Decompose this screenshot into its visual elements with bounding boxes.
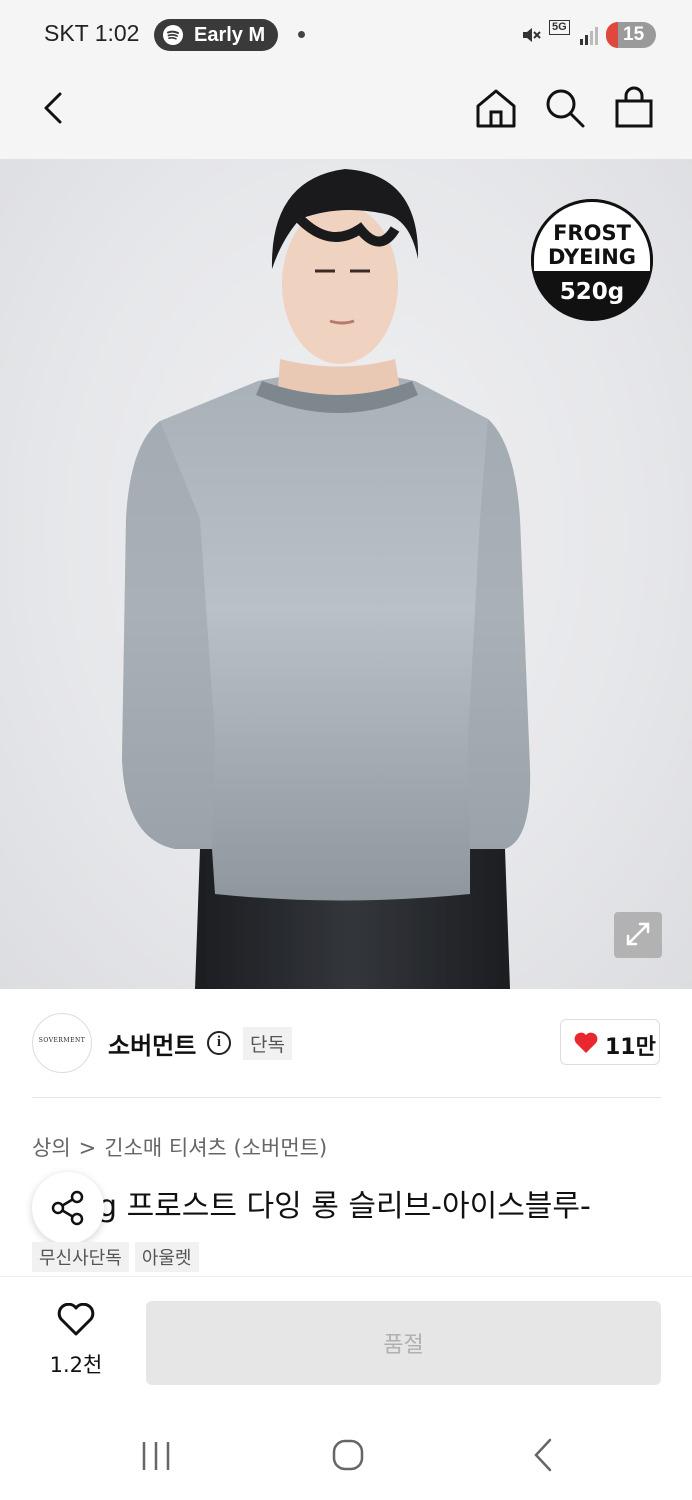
badge-weight: 520g [559,279,625,305]
back-nav-icon [534,1438,552,1472]
home-icon [476,89,516,128]
back-button[interactable] [32,86,76,130]
sold-out-button[interactable]: 품절 [146,1301,661,1385]
tag-outlet: 아울렛 [134,1242,199,1272]
brand-logo-text: SOVERMENT [38,1037,86,1044]
info-glyph: i [216,1034,222,1050]
product-tags: 무신사단독 아울렛 [32,1242,205,1272]
wishlist-button[interactable]: 1.2천 [44,1303,108,1377]
brand-name[interactable]: 소버먼트 [108,1026,196,1061]
back-nav-button[interactable] [512,1430,572,1480]
frost-dyeing-badge: FROST DYEING 520g [531,199,653,321]
product-title: g 프로스트 다잉 롱 슬리브-아이스블루- [98,1189,591,1224]
breadcrumb-separator: > [78,1136,97,1160]
signal-icon [580,27,598,45]
expand-icon [626,922,650,946]
share-icon [51,1190,84,1226]
home-button[interactable] [474,86,518,130]
badge-line2: DYEING [547,245,637,269]
breadcrumb: 상의 > 긴소매 티셔츠 (소버먼트) [32,1132,327,1162]
brand-row: SOVERMENT 소버먼트 i 단독 11만 [0,989,692,1099]
divider [32,1097,661,1098]
breadcrumb-subcategory[interactable]: 긴소매 티셔츠 (소버먼트) [104,1136,327,1160]
heart-outline-icon [57,1303,95,1336]
search-button[interactable] [543,86,587,130]
battery-level: 15 [623,24,645,45]
network-type: 5G [549,20,570,35]
exclusive-tag: 단독 [243,1027,292,1060]
expand-image-button[interactable] [614,912,662,958]
top-app-bar [0,70,692,159]
status-bar: SKT 1:02 Early M 5G 15 [0,0,692,70]
cart-button[interactable] [612,86,656,130]
home-nav-button[interactable] [318,1430,378,1480]
media-pill[interactable]: Early M [154,19,278,51]
mute-icon [523,28,541,42]
back-arrow-icon [44,92,62,124]
search-icon [546,89,585,128]
battery-indicator: 15 [606,22,656,48]
home-circle-icon [332,1439,364,1471]
breadcrumb-category[interactable]: 상의 [32,1136,71,1160]
shopping-bag-icon [615,86,653,128]
carrier-time: SKT 1:02 [44,20,140,46]
heart-icon [574,1032,598,1053]
spotify-icon [163,25,183,45]
media-pill-label: Early M [194,24,266,46]
brand-like-count: 11만 [605,1035,656,1060]
recent-apps-icon [142,1442,170,1470]
brand-logo[interactable]: SOVERMENT [32,1013,92,1073]
product-image[interactable]: FROST DYEING 520g [0,159,692,989]
badge-line1: FROST [553,221,631,245]
info-icon[interactable]: i [207,1031,231,1055]
system-nav-bar [0,1400,692,1500]
tag-musinsa-exclusive: 무신사단독 [32,1242,129,1272]
bottom-action-bar: 1.2천 품절 [0,1276,692,1401]
share-button[interactable] [32,1172,104,1244]
recent-apps-button[interactable] [126,1430,186,1480]
notification-dot [298,31,305,38]
wishlist-count: 1.2천 [49,1353,103,1377]
brand-like-button[interactable]: 11만 [560,1019,660,1065]
